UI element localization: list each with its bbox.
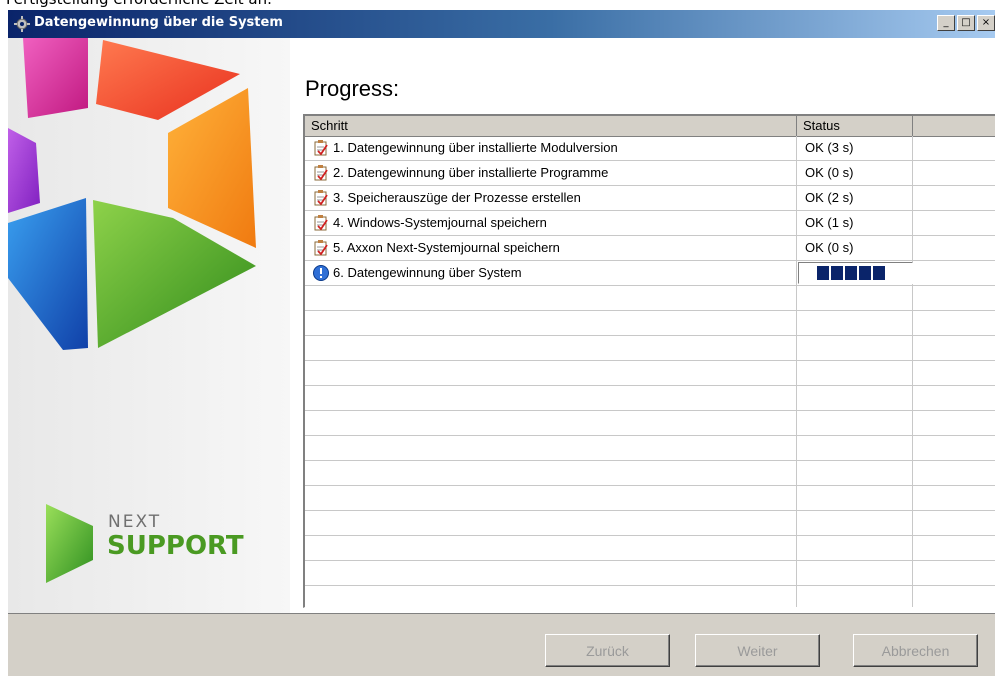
maximize-button[interactable]: □ bbox=[957, 15, 975, 31]
list-row-empty bbox=[305, 511, 995, 536]
list-row-empty bbox=[305, 311, 995, 336]
next-button[interactable]: Weiter bbox=[695, 634, 820, 667]
progress-block bbox=[817, 266, 829, 280]
step-status: OK (1 s) bbox=[805, 215, 854, 230]
info-icon bbox=[313, 265, 329, 281]
step-status: OK (0 s) bbox=[805, 240, 854, 255]
main-panel: Progress: Schritt Status 1. Datengewinnu… bbox=[290, 38, 995, 613]
list-header: Schritt Status bbox=[305, 116, 995, 137]
list-row[interactable]: 1. Datengewinnung über installierte Modu… bbox=[305, 136, 995, 161]
brand-next-text: NEXT bbox=[108, 512, 162, 532]
list-row[interactable]: 3. Speicherauszüge der Prozesse erstelle… bbox=[305, 186, 995, 211]
app-gear-icon bbox=[14, 16, 30, 32]
list-row-empty bbox=[305, 561, 995, 586]
list-row-empty bbox=[305, 286, 995, 311]
step-label: 3. Speicherauszüge der Prozesse erstelle… bbox=[333, 190, 581, 205]
checklist-icon bbox=[314, 190, 328, 206]
column-header-empty[interactable] bbox=[913, 116, 995, 136]
step-label: 4. Windows-Systemjournal speichern bbox=[333, 215, 547, 230]
list-row-empty bbox=[305, 411, 995, 436]
brand-support-text: SUPPORT bbox=[107, 531, 244, 561]
list-row[interactable]: 2. Datengewinnung über installierte Prog… bbox=[305, 161, 995, 186]
background-instruction-text: Fertigstellung erforderliche Zeit an. bbox=[6, 0, 272, 8]
close-button[interactable]: × bbox=[977, 15, 995, 31]
progress-bar bbox=[798, 262, 913, 284]
minimize-button[interactable]: _ bbox=[937, 15, 955, 31]
list-row-empty bbox=[305, 486, 995, 511]
list-row-empty bbox=[305, 336, 995, 361]
progress-block bbox=[873, 266, 885, 280]
list-row-empty bbox=[305, 361, 995, 386]
column-header-schritt[interactable]: Schritt bbox=[305, 116, 797, 136]
back-button[interactable]: Zurück bbox=[545, 634, 670, 667]
list-row-empty bbox=[305, 386, 995, 411]
step-label: 5. Axxon Next-Systemjournal speichern bbox=[333, 240, 560, 255]
step-status: OK (2 s) bbox=[805, 190, 854, 205]
step-status-progress bbox=[797, 261, 913, 285]
step-status: OK (0 s) bbox=[805, 165, 854, 180]
button-bar: Zurück Weiter Abbrechen bbox=[8, 613, 995, 676]
list-row[interactable]: 6. Datengewinnung über System bbox=[305, 261, 995, 286]
progress-heading: Progress: bbox=[305, 76, 400, 101]
step-label: 2. Datengewinnung über installierte Prog… bbox=[333, 165, 609, 180]
window-title: Datengewinnung über die System bbox=[34, 15, 283, 30]
step-status: OK (3 s) bbox=[805, 140, 854, 155]
step-label: 1. Datengewinnung über installierte Modu… bbox=[333, 140, 618, 155]
list-row-empty bbox=[305, 536, 995, 561]
checklist-icon bbox=[314, 140, 328, 156]
checklist-icon bbox=[314, 165, 328, 181]
progress-block bbox=[845, 266, 857, 280]
progress-block bbox=[859, 266, 871, 280]
column-header-status[interactable]: Status bbox=[797, 116, 913, 136]
progress-list[interactable]: Schritt Status 1. Datengewinnung über in… bbox=[303, 114, 995, 608]
checklist-icon bbox=[314, 215, 328, 231]
list-row[interactable]: 4. Windows-Systemjournal speichern OK (1… bbox=[305, 211, 995, 236]
cancel-button[interactable]: Abbrechen bbox=[853, 634, 978, 667]
checklist-icon bbox=[314, 240, 328, 256]
list-row[interactable]: 5. Axxon Next-Systemjournal speichern OK… bbox=[305, 236, 995, 261]
step-label: 6. Datengewinnung über System bbox=[333, 265, 522, 280]
sidebar-branding: NEXT SUPPORT bbox=[8, 38, 290, 613]
progress-block bbox=[831, 266, 843, 280]
list-row-empty bbox=[305, 461, 995, 486]
window-titlebar[interactable]: Datengewinnung über die System _ □ × bbox=[8, 10, 995, 38]
list-row-empty bbox=[305, 436, 995, 461]
